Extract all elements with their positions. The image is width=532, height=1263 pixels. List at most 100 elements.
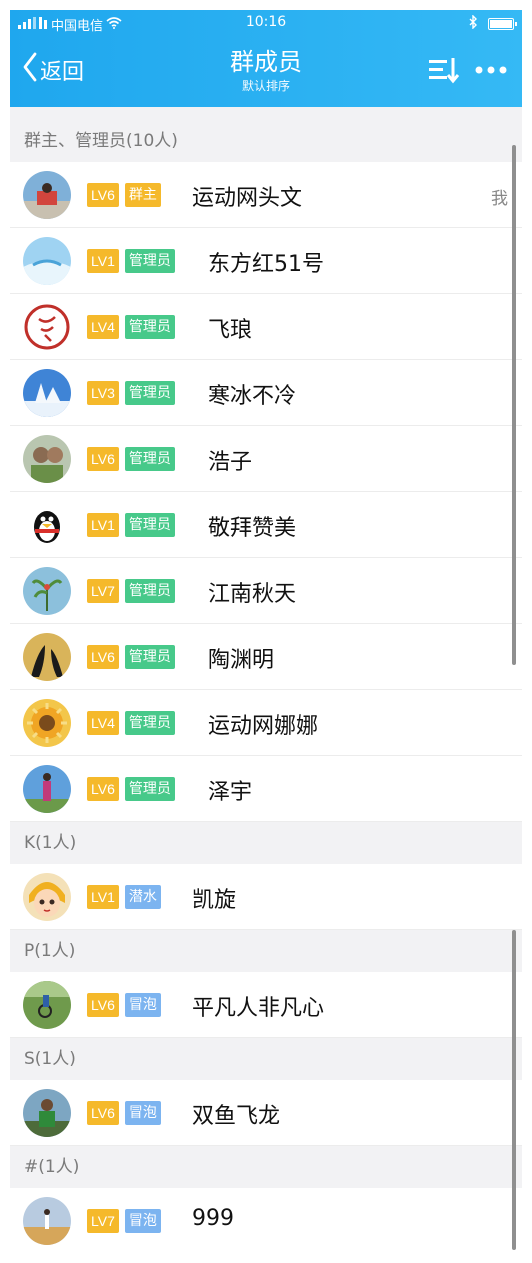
avatar <box>23 369 71 417</box>
level-badge: LV6 <box>87 1101 119 1125</box>
member-row[interactable]: LV4 管理员 运动网娜娜 <box>10 690 522 756</box>
badges: LV7 管理员 <box>87 579 175 603</box>
badges: LV6 管理员 <box>87 645 175 669</box>
section-header-k: K(1人) <box>10 822 522 864</box>
role-badge: 管理员 <box>124 579 175 603</box>
role-badge: 冒泡 <box>124 993 161 1017</box>
role-badge: 潜水 <box>124 885 161 909</box>
member-name: 运动网娜娜 <box>208 714 319 739</box>
badges: LV4 管理员 <box>87 315 175 339</box>
badges: LV6 群主 <box>87 183 161 207</box>
badges: LV1 潜水 <box>87 885 161 909</box>
level-badge: LV7 <box>87 1209 119 1233</box>
member-name: 运动网头文 <box>192 186 303 211</box>
me-tag: 我 <box>491 189 508 209</box>
member-row[interactable]: LV6 群主 运动网头文 我 <box>10 162 522 228</box>
member-name: 凯旋 <box>192 888 237 913</box>
member-name: 陶渊明 <box>208 648 275 673</box>
avatar <box>23 303 71 351</box>
member-row[interactable]: LV6 冒泡 双鱼飞龙 <box>10 1080 522 1146</box>
level-badge: LV4 <box>87 711 119 735</box>
member-row[interactable]: LV6 冒泡 平凡人非凡心 <box>10 972 522 1038</box>
level-badge: LV1 <box>87 885 119 909</box>
avatar <box>23 633 71 681</box>
member-row[interactable]: LV6 管理员 泽宇 <box>10 756 522 822</box>
more-dots-icon <box>474 66 508 88</box>
app-frame: 中国电信 10:16 返回 群成员 默认排序 群主、管理员(10人) LV6 群… <box>10 10 522 1253</box>
member-row[interactable]: LV6 管理员 浩子 <box>10 426 522 492</box>
badges: LV6 冒泡 <box>87 993 161 1017</box>
badges: LV1 管理员 <box>87 249 175 273</box>
avatar <box>23 699 71 747</box>
status-bar: 中国电信 10:16 <box>10 10 522 36</box>
role-badge: 管理员 <box>124 513 175 537</box>
member-row[interactable]: LV7 冒泡 999 <box>10 1188 522 1253</box>
member-list: 群主、管理员(10人) LV6 群主 运动网头文 我 LV1 管理员 东方红51… <box>10 120 522 1253</box>
member-row[interactable]: LV6 管理员 陶渊明 <box>10 624 522 690</box>
avatar <box>23 1089 71 1137</box>
bluetooth-icon <box>469 14 478 33</box>
member-name: 寒冰不冷 <box>208 384 297 409</box>
level-badge: LV1 <box>87 513 119 537</box>
member-name: 江南秋天 <box>208 582 297 607</box>
level-badge: LV7 <box>87 579 119 603</box>
avatar <box>23 171 71 219</box>
avatar <box>23 765 71 813</box>
member-row[interactable]: LV1 管理员 东方红51号 <box>10 228 522 294</box>
avatar <box>23 873 71 921</box>
role-badge: 管理员 <box>124 381 175 405</box>
level-badge: LV1 <box>87 249 119 273</box>
role-badge: 冒泡 <box>124 1101 161 1125</box>
badges: LV4 管理员 <box>87 711 175 735</box>
level-badge: LV6 <box>87 447 119 471</box>
member-row[interactable]: LV1 潜水 凯旋 <box>10 864 522 930</box>
battery-icon <box>488 18 517 30</box>
avatar <box>23 567 71 615</box>
top-bar: 中国电信 10:16 返回 群成员 默认排序 <box>10 10 522 107</box>
badges: LV1 管理员 <box>87 513 175 537</box>
badges: LV7 冒泡 <box>87 1209 161 1233</box>
level-badge: LV6 <box>87 993 119 1017</box>
member-row[interactable]: LV7 管理员 江南秋天 <box>10 558 522 624</box>
sort-button[interactable] <box>428 56 460 88</box>
role-badge: 群主 <box>124 183 161 207</box>
avatar <box>23 1197 71 1245</box>
avatar <box>23 435 71 483</box>
status-right <box>469 14 517 33</box>
scrollbar[interactable] <box>512 930 516 1250</box>
more-button[interactable] <box>474 56 508 88</box>
role-badge: 管理员 <box>124 249 175 273</box>
section-header-admins: 群主、管理员(10人) <box>10 120 522 162</box>
member-name: 泽宇 <box>208 780 253 805</box>
badges: LV6 管理员 <box>87 777 175 801</box>
member-name: 浩子 <box>208 450 253 475</box>
avatar <box>23 237 71 285</box>
member-name: 平凡人非凡心 <box>192 996 325 1021</box>
level-badge: LV6 <box>87 645 119 669</box>
level-badge: LV3 <box>87 381 119 405</box>
role-badge: 冒泡 <box>124 1209 161 1233</box>
role-badge: 管理员 <box>124 711 175 735</box>
badges: LV6 冒泡 <box>87 1101 161 1125</box>
section-header-p: P(1人) <box>10 930 522 972</box>
role-badge: 管理员 <box>124 315 175 339</box>
level-badge: LV6 <box>87 777 119 801</box>
level-badge: LV6 <box>87 183 119 207</box>
avatar <box>23 501 71 549</box>
badges: LV3 管理员 <box>87 381 175 405</box>
member-row[interactable]: LV3 管理员 寒冰不冷 <box>10 360 522 426</box>
section-header-s: S(1人) <box>10 1038 522 1080</box>
status-time: 10:16 <box>245 14 287 30</box>
scrollbar[interactable] <box>512 145 516 665</box>
level-badge: LV4 <box>87 315 119 339</box>
member-row[interactable]: LV4 管理员 飞琅 <box>10 294 522 360</box>
role-badge: 管理员 <box>124 447 175 471</box>
role-badge: 管理员 <box>124 645 175 669</box>
member-name: 双鱼飞龙 <box>192 1104 281 1129</box>
member-row[interactable]: LV1 管理员 敬拜赞美 <box>10 492 522 558</box>
role-badge: 管理员 <box>124 777 175 801</box>
sort-icon <box>428 58 460 88</box>
member-name: 飞琅 <box>208 318 253 343</box>
avatar <box>23 981 71 1029</box>
member-name: 999 <box>192 1206 234 1231</box>
